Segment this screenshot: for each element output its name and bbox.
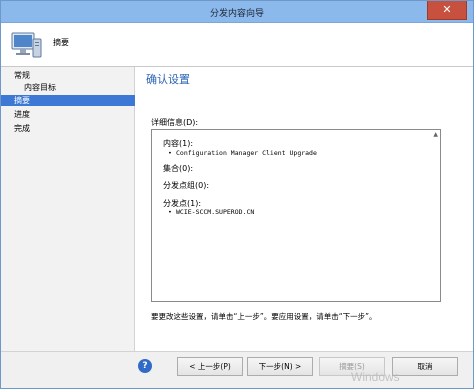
nav-item-progress[interactable]: 进度 xyxy=(1,109,135,120)
details-textbox[interactable]: ▲ 内容(1): • Configuration Manager Client U… xyxy=(151,129,441,302)
wizard-window: 分发内容向导 ✕ 摘要 常规 内容目标 摘要 进度 完成 确认设置 详细信息(D… xyxy=(0,0,474,389)
nav-item-completion[interactable]: 完成 xyxy=(1,123,135,134)
window-title: 分发内容向导 xyxy=(209,9,264,19)
details-dp-item: • WCIE-SCCM.SUPEROD.CN xyxy=(168,208,254,216)
wizard-nav: 常规 内容目标 摘要 进度 完成 xyxy=(1,67,135,351)
close-button[interactable]: ✕ xyxy=(427,1,467,20)
page-title: 确认设置 xyxy=(146,73,190,86)
nav-item-general[interactable]: 常规 xyxy=(1,70,135,81)
details-content-item: • Configuration Manager Client Upgrade xyxy=(168,149,317,157)
dp-item-text: WCIE-SCCM.SUPEROD.CN xyxy=(176,208,255,216)
watermark: Windows xyxy=(351,370,400,384)
next-button[interactable]: 下一步(N) > xyxy=(247,357,313,376)
details-collection-heading: 集合(0): xyxy=(163,164,194,173)
nav-item-summary[interactable]: 摘要 xyxy=(1,95,135,106)
cancel-button[interactable]: 取消 xyxy=(392,357,458,376)
details-content-heading: 内容(1): xyxy=(163,139,194,148)
details-label: 详细信息(D): xyxy=(151,118,199,127)
instruction-text: 要更改这些设置，请单击“上一步”。要应用设置，请单击“下一步”。 xyxy=(151,312,377,321)
previous-button[interactable]: < 上一步(P) xyxy=(177,357,243,376)
bullet-icon: • xyxy=(168,149,172,157)
details-dp-group-heading: 分发点组(0): xyxy=(163,181,210,190)
nav-item-content-destination[interactable]: 内容目标 xyxy=(1,82,135,93)
content-item-text: Configuration Manager Client Upgrade xyxy=(176,149,317,157)
scroll-up-icon[interactable]: ▲ xyxy=(433,131,438,138)
computer-icon xyxy=(11,32,42,58)
wizard-content: 确认设置 详细信息(D): ▲ 内容(1): • Configuration Ma… xyxy=(135,67,473,351)
bullet-icon: • xyxy=(168,208,172,216)
title-bar[interactable]: 分发内容向导 ✕ xyxy=(1,1,473,23)
wizard-header: 摘要 xyxy=(1,23,473,67)
help-icon[interactable]: ? xyxy=(138,359,152,373)
step-title: 摘要 xyxy=(53,38,69,47)
wizard-footer: ? < 上一步(P) 下一步(N) > 摘要(S) 取消 xyxy=(1,351,473,388)
